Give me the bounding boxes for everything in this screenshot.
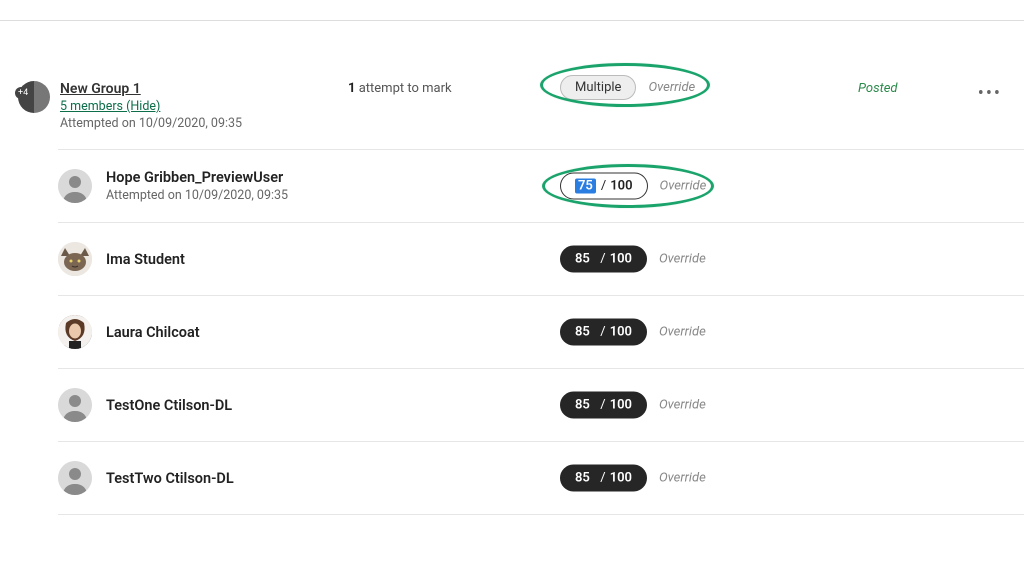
member-name: Laura Chilcoat xyxy=(106,324,200,341)
grade-area: 75 / 100 Override xyxy=(560,173,706,200)
grade-pill[interactable]: 85 / 100 xyxy=(560,465,647,492)
override-label[interactable]: Override xyxy=(648,80,695,95)
override-label[interactable]: Override xyxy=(659,471,706,486)
avatar xyxy=(58,169,92,203)
member-row: Hope Gribben_PreviewUser Attempted on 10/… xyxy=(0,150,1024,222)
member-info: TestOne Ctilson-DL xyxy=(106,397,232,414)
override-label[interactable]: Override xyxy=(659,252,706,267)
grade-pill[interactable]: 85 / 100 xyxy=(560,246,647,273)
divider xyxy=(58,514,1024,515)
grade-pill[interactable]: 85 / 100 xyxy=(560,319,647,346)
grade-score: 85 xyxy=(575,325,590,340)
status-label: Posted xyxy=(858,81,898,96)
grade-score: 85 xyxy=(575,398,590,413)
grade-area: 85 / 100 Override xyxy=(560,319,706,346)
grade-score: 85 xyxy=(575,471,590,486)
avatar xyxy=(58,461,92,495)
override-label[interactable]: Override xyxy=(659,325,706,340)
group-grade-area: Multiple Override xyxy=(560,75,695,100)
member-info: Laura Chilcoat xyxy=(106,324,200,341)
member-info: TestTwo Ctilson-DL xyxy=(106,470,234,487)
avatar xyxy=(58,315,92,349)
member-row: Ima Student 85 / 100 Override xyxy=(0,223,1024,295)
avatar xyxy=(58,388,92,422)
group-name-link[interactable]: New Group 1 xyxy=(60,81,141,97)
group-avatar-badge: +4 xyxy=(15,87,31,99)
member-info: Hope Gribben_PreviewUser Attempted on 10/… xyxy=(106,169,288,203)
override-label[interactable]: Override xyxy=(660,179,707,194)
group-members-link[interactable]: 5 members (Hide) xyxy=(60,99,242,114)
member-name: TestOne Ctilson-DL xyxy=(106,397,232,414)
member-row: TestTwo Ctilson-DL 85 / 100 Override xyxy=(0,442,1024,514)
grade-pill[interactable]: 85 / 100 xyxy=(560,392,647,419)
grade-area: 85 / 100 Override xyxy=(560,246,706,273)
grade-max: 100 xyxy=(610,471,632,486)
member-attempted-text: Attempted on 10/09/2020, 09:35 xyxy=(106,188,288,203)
member-row: TestOne Ctilson-DL 85 / 100 Override xyxy=(0,369,1024,441)
member-name: Hope Gribben_PreviewUser xyxy=(106,169,288,186)
grade-score[interactable]: 75 xyxy=(575,179,596,194)
avatar xyxy=(58,242,92,276)
override-label[interactable]: Override xyxy=(659,398,706,413)
member-name: Ima Student xyxy=(106,251,185,268)
divider xyxy=(0,20,1024,21)
group-attempted-text: Attempted on 10/09/2020, 09:35 xyxy=(60,116,242,131)
grade-max: 100 xyxy=(610,252,632,267)
member-row: Laura Chilcoat 85 / 100 Override xyxy=(0,296,1024,368)
member-name: TestTwo Ctilson-DL xyxy=(106,470,234,487)
attempts-to-mark: 1 attempt to mark xyxy=(348,81,452,96)
grade-area: 85 / 100 Override xyxy=(560,465,706,492)
group-info: New Group 1 5 members (Hide) Attempted o… xyxy=(60,81,242,131)
multiple-pill[interactable]: Multiple xyxy=(560,75,636,100)
grade-max: 100 xyxy=(610,398,632,413)
group-avatar: +4 xyxy=(18,81,50,113)
more-options-icon[interactable]: ••• xyxy=(978,83,1002,104)
grade-max: 100 xyxy=(610,179,632,194)
member-info: Ima Student xyxy=(106,251,185,268)
grade-max: 100 xyxy=(610,325,632,340)
attempts-label: attempt to mark xyxy=(355,81,451,96)
grade-pill-editable[interactable]: 75 / 100 xyxy=(560,173,648,200)
grade-score: 85 xyxy=(575,252,590,267)
grade-area: 85 / 100 Override xyxy=(560,392,706,419)
members-list: Hope Gribben_PreviewUser Attempted on 10/… xyxy=(0,150,1024,515)
group-row: +4 New Group 1 5 members (Hide) Attempte… xyxy=(0,81,1024,149)
